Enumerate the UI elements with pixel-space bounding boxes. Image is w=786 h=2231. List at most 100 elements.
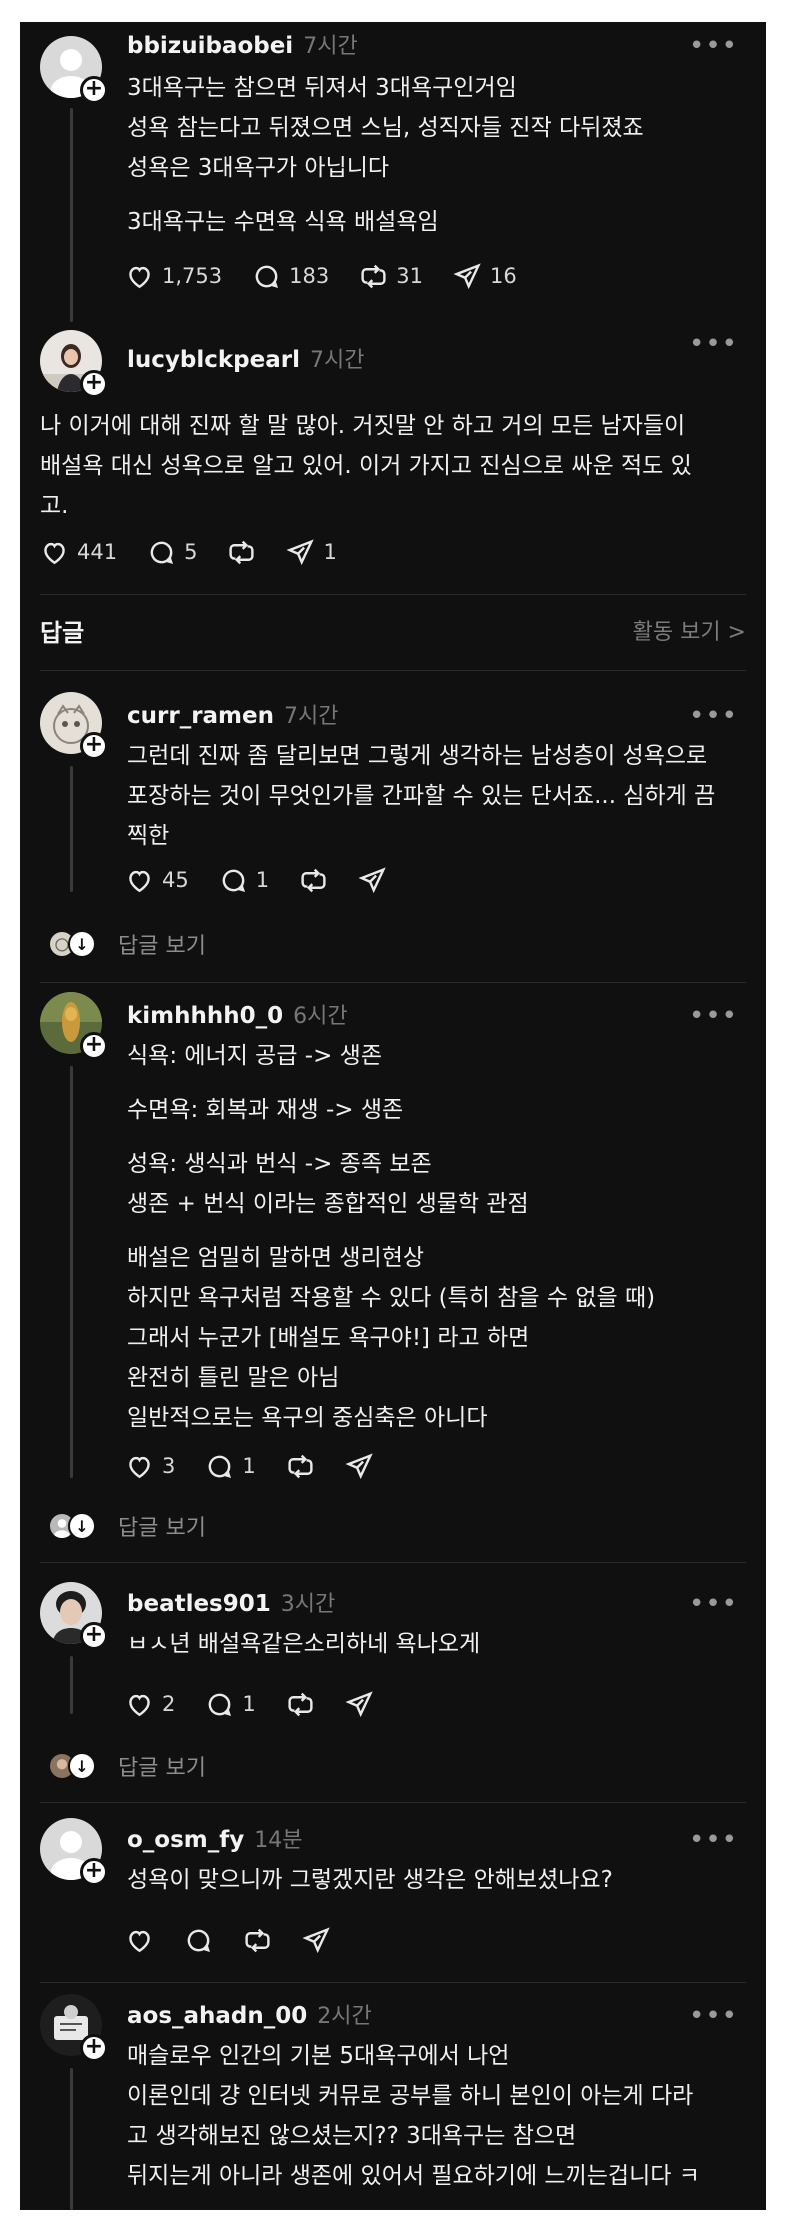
repost-button[interactable]: 31 bbox=[359, 262, 423, 291]
share-count: 16 bbox=[489, 264, 517, 288]
repost-icon bbox=[361, 264, 386, 288]
share-icon bbox=[453, 262, 481, 289]
repost-button[interactable] bbox=[286, 1452, 315, 1481]
reply-line: 수면욕: 회복과 재생 -> 생존 bbox=[127, 1097, 404, 1123]
view-replies-label[interactable]: 답글 보기 bbox=[118, 1510, 206, 1542]
post-actions: 441 5 1 bbox=[40, 536, 367, 568]
follow-plus-icon[interactable]: + bbox=[80, 1622, 108, 1650]
arrow-down-icon: ↓ bbox=[68, 930, 96, 958]
username[interactable]: o_osm_fy bbox=[127, 1827, 244, 1853]
follow-plus-icon[interactable]: + bbox=[80, 370, 108, 398]
username[interactable]: lucyblckpearl bbox=[127, 347, 300, 373]
repost-button[interactable] bbox=[243, 1926, 272, 1955]
follow-plus-icon[interactable]: + bbox=[80, 2034, 108, 2062]
reply-line: 그런데 진짜 좀 달리보면 그렇게 생각하는 남성층이 성욕으로 bbox=[127, 743, 708, 769]
repost-button[interactable] bbox=[299, 866, 328, 895]
divider bbox=[40, 670, 746, 671]
reply-line: 식욕: 에너지 공급 -> 생존 bbox=[127, 1043, 383, 1069]
view-replies-row[interactable]: ↓ 답글 보기 bbox=[48, 1750, 206, 1782]
share-icon bbox=[345, 1452, 373, 1479]
username[interactable]: curr_ramen bbox=[127, 703, 274, 729]
reply-line: 찍한 bbox=[127, 823, 170, 849]
username[interactable]: beatles901 bbox=[127, 1591, 271, 1617]
post-line: 성욕은 3대욕구가 아닙니다 bbox=[127, 155, 390, 181]
avatar[interactable]: + bbox=[40, 692, 108, 760]
share-button[interactable] bbox=[345, 1690, 374, 1719]
avatar[interactable]: + bbox=[40, 36, 108, 104]
reply-body: ㅂㅅ년 배설욕같은소리하네 욕나오게 bbox=[127, 1624, 742, 1664]
view-replies-label[interactable]: 답글 보기 bbox=[118, 928, 206, 960]
follow-plus-icon[interactable]: + bbox=[80, 76, 108, 104]
comment-button[interactable]: 183 bbox=[252, 262, 329, 291]
view-replies-row[interactable]: ↓ 답글 보기 bbox=[48, 1510, 206, 1542]
like-button[interactable]: 45 bbox=[125, 866, 189, 895]
like-button[interactable] bbox=[125, 1926, 154, 1955]
post-header: bbizuibaobei 7시간 bbox=[127, 28, 358, 68]
view-replies-label[interactable]: 답글 보기 bbox=[118, 1750, 206, 1782]
username[interactable]: aos_ahadn_00 bbox=[127, 2003, 307, 2029]
follow-plus-icon[interactable]: + bbox=[80, 1032, 108, 1060]
avatar[interactable]: + bbox=[40, 330, 108, 398]
heart-icon bbox=[129, 1456, 150, 1478]
share-button[interactable] bbox=[345, 1452, 374, 1481]
comment-button[interactable]: 1 bbox=[205, 1452, 256, 1481]
reply-actions bbox=[125, 1924, 361, 1956]
share-button[interactable]: 16 bbox=[453, 262, 517, 291]
comment-icon bbox=[209, 1693, 232, 1716]
share-button[interactable] bbox=[358, 866, 387, 895]
repost-button[interactable] bbox=[286, 1690, 315, 1719]
like-button[interactable]: 2 bbox=[125, 1690, 175, 1719]
share-button[interactable]: 1 bbox=[286, 538, 337, 567]
avatar[interactable]: + bbox=[40, 1994, 108, 2062]
reply-actions: 2 1 bbox=[125, 1688, 404, 1720]
reply-actions: 3 1 bbox=[125, 1450, 404, 1482]
post-time: 7시간 bbox=[309, 348, 365, 373]
more-icon[interactable]: ••• bbox=[689, 1591, 738, 1617]
comment-count: 1 bbox=[242, 1692, 256, 1716]
view-replies-row[interactable]: ↓ 답글 보기 bbox=[48, 928, 206, 960]
comment-icon bbox=[255, 265, 279, 288]
reply-line: 뒤지는게 아니라 생존에 있어서 필요하기에 느끼는겁니다 ㅋ bbox=[127, 2163, 700, 2189]
comment-button[interactable] bbox=[184, 1926, 213, 1955]
comment-icon bbox=[187, 1929, 211, 1952]
username[interactable]: kimhhhh0_0 bbox=[127, 1003, 283, 1029]
view-activity-link[interactable]: 활동 보기 > bbox=[633, 614, 746, 646]
repost-icon bbox=[288, 1692, 313, 1716]
comment-button[interactable]: 1 bbox=[205, 1690, 256, 1719]
more-icon[interactable]: ••• bbox=[689, 33, 738, 59]
more-icon[interactable]: ••• bbox=[689, 1003, 738, 1029]
heart-icon bbox=[129, 1694, 150, 1716]
post-line: 성욕 참는다고 뒤졌으면 스님, 성직자들 진작 다뒤졌죠 bbox=[127, 115, 644, 141]
like-button[interactable]: 441 bbox=[40, 538, 117, 567]
avatar[interactable]: + bbox=[40, 992, 108, 1060]
post-body: 나 이거에 대해 진짜 할 말 많아. 거짓말 안 하고 거의 모든 남자들이 … bbox=[40, 406, 742, 526]
follow-plus-icon[interactable]: + bbox=[80, 732, 108, 760]
comment-button[interactable]: 1 bbox=[219, 866, 269, 895]
reply-time: 14분 bbox=[254, 1828, 303, 1853]
more-icon[interactable]: ••• bbox=[689, 703, 738, 729]
like-button[interactable]: 3 bbox=[125, 1452, 175, 1481]
arrow-down-icon: ↓ bbox=[68, 1752, 96, 1780]
heart-icon bbox=[129, 266, 150, 288]
share-button[interactable] bbox=[302, 1926, 331, 1955]
post-line: 3대욕구는 참으면 뒤져서 3대욕구인거임 bbox=[127, 75, 517, 101]
repost-button[interactable] bbox=[227, 538, 256, 567]
follow-plus-icon[interactable]: + bbox=[80, 1858, 108, 1886]
comment-button[interactable]: 5 bbox=[147, 538, 197, 567]
more-icon[interactable]: ••• bbox=[689, 1827, 738, 1853]
username[interactable]: bbizuibaobei bbox=[127, 33, 293, 59]
post-header: lucyblckpearl 7시간 bbox=[127, 342, 364, 382]
reply-line: 일반적으로는 욕구의 중심축은 아니다 bbox=[127, 1405, 488, 1431]
comment-count: 183 bbox=[289, 264, 330, 288]
more-icon[interactable]: ••• bbox=[689, 331, 738, 357]
reply-line: 이론인데 걍 인터넷 커뮤로 공부를 하니 본인이 아는게 다라 bbox=[127, 2083, 694, 2109]
repost-icon bbox=[229, 540, 255, 564]
more-icon[interactable]: ••• bbox=[689, 2003, 738, 2029]
like-button[interactable]: 1,753 bbox=[125, 262, 222, 291]
avatar[interactable]: + bbox=[40, 1818, 108, 1886]
avatar[interactable]: + bbox=[40, 1582, 108, 1650]
